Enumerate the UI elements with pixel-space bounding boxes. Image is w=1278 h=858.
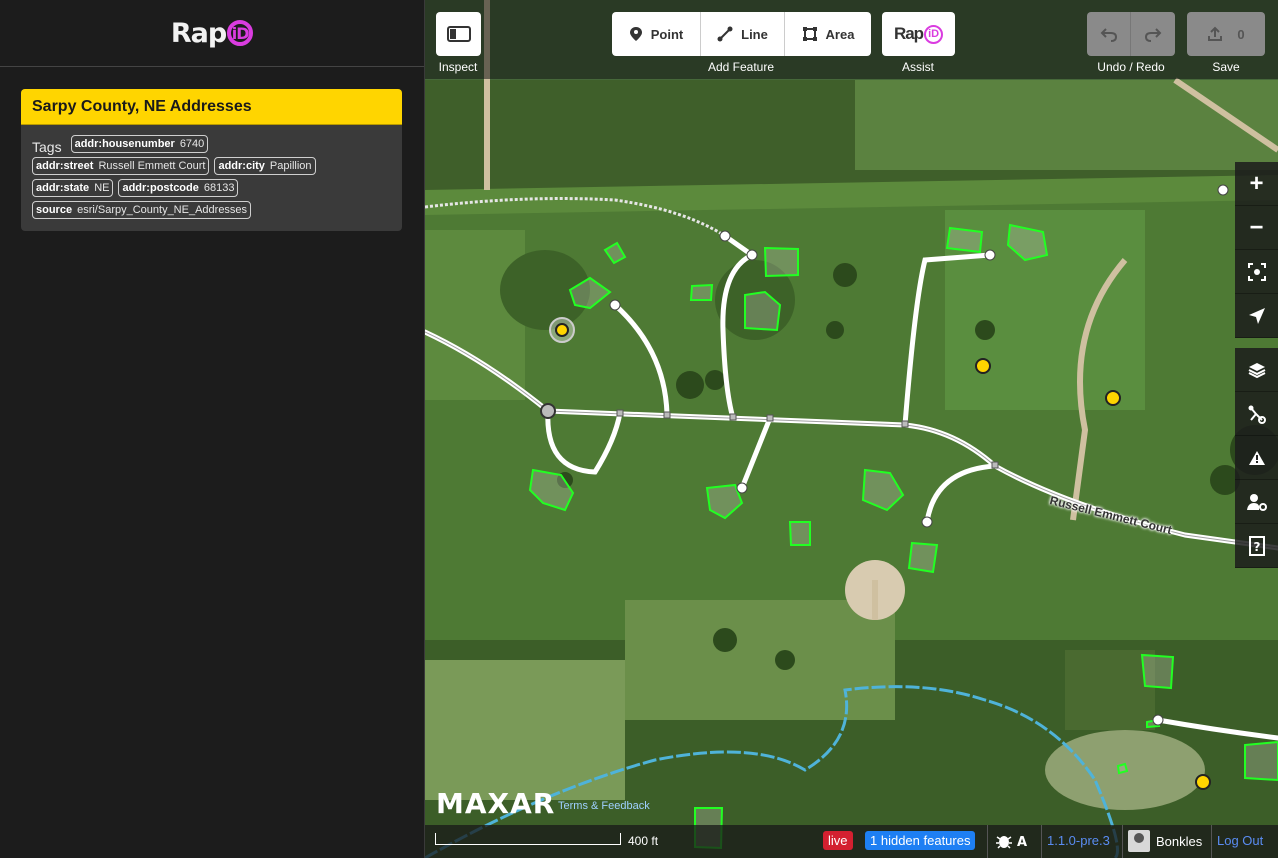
tag-key: addr:postcode (122, 182, 199, 194)
logout-link[interactable]: Log Out (1217, 833, 1263, 848)
logo-accent: iD (227, 20, 254, 46)
assist-logo-accent: iD (924, 24, 944, 44)
focus-icon (1247, 262, 1266, 281)
inspect-label: Inspect (438, 60, 478, 74)
tag-key: addr:state (36, 182, 90, 194)
line-label: Line (741, 26, 768, 42)
save-button[interactable]: 0 (1187, 12, 1265, 56)
tags-label: Tags (32, 139, 62, 155)
tag-key: source (36, 204, 73, 216)
scale-bar[interactable] (435, 833, 621, 845)
tag-key: addr:city (218, 160, 265, 172)
location-arrow-icon (1248, 307, 1265, 324)
tag-housenumber[interactable]: addr:housenumber 6740 (70, 135, 209, 153)
scale-label: 400 ft (628, 834, 659, 848)
tag-value: esri/Sarpy_County_NE_Addresses (77, 204, 248, 216)
tag-key: addr:housenumber (74, 138, 175, 150)
rapid-logo: Rap iD (170, 17, 254, 49)
svg-text:?: ? (1253, 540, 1260, 554)
tag-key: addr:street (36, 160, 94, 172)
undo-redo-label: Undo / Redo (1097, 60, 1165, 74)
assist-button[interactable]: Rap iD (882, 12, 955, 56)
user-settings-icon (1246, 493, 1267, 511)
geolocate-button[interactable] (1235, 294, 1278, 338)
svg-text:A: A (1017, 835, 1027, 850)
issues-info[interactable]: A (995, 831, 1035, 854)
tag-value: 68133 (203, 182, 235, 194)
sidebar-toggle-icon (446, 26, 471, 42)
version-link[interactable]: 1.1.0-pre.3 (1047, 833, 1110, 848)
tag-city[interactable]: addr:city Papillion (214, 157, 316, 175)
app-root: Rap iD Sarpy County, NE Addresses Tags a… (0, 0, 1278, 858)
zoom-in-button[interactable]: + (1235, 162, 1278, 206)
add-line-button[interactable]: Line (701, 12, 785, 56)
zoom-out-button[interactable]: − (1235, 206, 1278, 250)
area-icon (802, 27, 817, 41)
map-data-pane-button[interactable] (1235, 392, 1278, 436)
add-point-button[interactable]: Point (612, 12, 701, 56)
redo-icon (1144, 28, 1162, 42)
avatar (1128, 830, 1150, 852)
layers-icon (1248, 362, 1265, 378)
live-badge: live (823, 831, 853, 850)
plus-icon: + (1249, 169, 1264, 197)
issues-pane-button[interactable] (1235, 436, 1278, 480)
sidebar: Rap iD Sarpy County, NE Addresses Tags a… (0, 0, 425, 858)
tag-street[interactable]: addr:street Russell Emmett Court (32, 157, 210, 175)
undo-button[interactable] (1087, 12, 1131, 56)
feature-inspector: Sarpy County, NE Addresses Tags addr:hou… (21, 89, 402, 231)
add-area-button[interactable]: Area (785, 12, 871, 56)
tag-value: NE (94, 182, 110, 194)
area-label: Area (825, 26, 855, 42)
background-pane-button[interactable] (1235, 348, 1278, 392)
add-feature-label: Add Feature (707, 60, 775, 74)
hidden-features-button[interactable]: 1 hidden features (865, 831, 976, 850)
tag-postcode[interactable]: addr:postcode 68133 (118, 179, 239, 197)
line-icon (717, 26, 733, 42)
redo-button[interactable] (1131, 12, 1175, 56)
inspect-button[interactable] (436, 12, 481, 56)
user-info[interactable]: Bonkles (1128, 830, 1202, 852)
save-label: Save (1212, 60, 1240, 74)
feature-title: Sarpy County, NE Addresses (21, 89, 402, 125)
terms-link[interactable]: Terms & Feedback (558, 800, 650, 812)
logo-text: Rap (170, 17, 227, 49)
map-controls: + − ? (1233, 162, 1278, 568)
assist-label: Assist (901, 60, 935, 74)
minus-icon: − (1249, 213, 1264, 241)
tag-list: Tags addr:housenumber 6740 addr:street Rus… (21, 125, 402, 231)
point-icon (629, 27, 642, 41)
upload-icon (1208, 26, 1223, 41)
maxar-logo: MAXAR (436, 787, 556, 820)
warning-icon (1248, 450, 1265, 465)
top-toolbar: Inspect Point Line Area Add Feature Rap i… (425, 0, 1278, 79)
preferences-pane-button[interactable] (1235, 480, 1278, 524)
data-icon (1248, 405, 1266, 424)
sidebar-header: Rap iD (0, 0, 424, 67)
tag-state[interactable]: addr:state NE (32, 179, 114, 197)
username: Bonkles (1156, 833, 1203, 849)
assist-logo-text: Rap (893, 24, 924, 43)
tag-source[interactable]: source esri/Sarpy_County_NE_Addresses (32, 201, 252, 219)
tag-value: Russell Emmett Court (98, 160, 206, 172)
tag-value: Papillion (269, 160, 312, 172)
map-canvas[interactable]: Russell Emmett Court MAXAR Terms & Feedb… (425, 0, 1278, 858)
satellite-imagery (425, 0, 1278, 858)
bug-icon: A (996, 835, 1027, 850)
point-label: Point (650, 26, 684, 42)
undo-icon (1100, 28, 1117, 42)
save-count: 0 (1237, 26, 1245, 42)
zoom-to-selection-button[interactable] (1235, 250, 1278, 294)
map-footer: 400 ft live 1 hidden features A 1.1.0-pr… (425, 825, 1278, 858)
help-pane-button[interactable]: ? (1235, 524, 1278, 568)
help-icon: ? (1248, 535, 1265, 556)
tag-value: 6740 (179, 138, 205, 150)
